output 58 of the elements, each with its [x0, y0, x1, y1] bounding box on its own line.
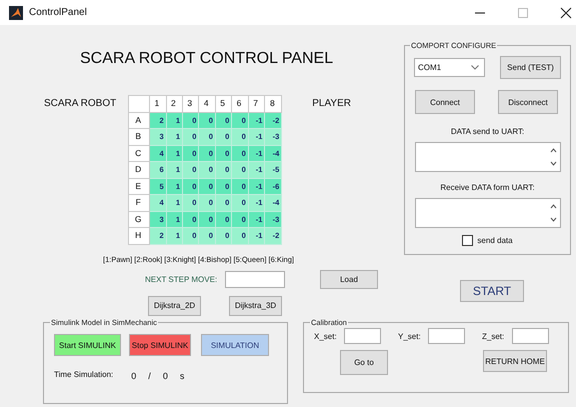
receive-data-field[interactable]	[415, 198, 561, 228]
column-header: 1	[150, 96, 166, 112]
column-header: 4	[198, 96, 216, 112]
next-step-label: NEXT STEP MOVE:	[145, 274, 218, 284]
column-header: 6	[232, 96, 248, 112]
connect-button[interactable]: Connect	[415, 90, 475, 114]
column-header: 8	[264, 96, 282, 112]
window-title: ControlPanel	[29, 7, 87, 18]
coordinate-field[interactable]	[428, 328, 465, 344]
column-header: 5	[215, 96, 232, 112]
row-header: A	[128, 112, 150, 128]
coordinate-field[interactable]	[344, 328, 381, 344]
column-header: 3	[182, 96, 199, 112]
send-data-checkbox[interactable]	[462, 235, 474, 246]
send-test-button[interactable]: Send (TEST)	[500, 56, 561, 79]
go-to-button[interactable]: Go to	[340, 350, 388, 375]
time-label: Time Simulation:	[54, 370, 114, 379]
start-button[interactable]: START	[460, 280, 524, 302]
receive-label: Receive DATA form UART:	[439, 183, 536, 192]
dijkstra-button[interactable]: Dijkstra_3D	[229, 296, 282, 316]
time-separator: /	[148, 371, 151, 381]
time-total: 0	[162, 371, 168, 381]
close-icon[interactable]	[560, 6, 572, 18]
simulink-button[interactable]: Stop SIMULINK	[129, 334, 191, 356]
simulink-button[interactable]: SIMULATION	[201, 334, 269, 356]
coordinate-label: Z_set:	[482, 332, 506, 340]
row-header: E	[128, 178, 150, 194]
maximize-icon[interactable]	[517, 6, 529, 18]
next-step-field[interactable]	[225, 270, 285, 288]
send-data-field[interactable]	[415, 142, 561, 172]
coordinate-field[interactable]	[512, 328, 549, 344]
coordinate-label: Y_set:	[398, 332, 422, 340]
simulink-button[interactable]: Start SIMULINK	[54, 334, 121, 356]
load-button[interactable]: Load	[320, 270, 378, 288]
row-header: F	[128, 194, 150, 211]
row-header: H	[128, 228, 150, 244]
chevron-icon	[471, 65, 479, 70]
disconnect-button[interactable]: Disconnect	[498, 90, 558, 114]
row-header: C	[128, 145, 150, 162]
board-label: SCARA ROBOT	[44, 98, 116, 109]
time-current: 0	[131, 371, 136, 381]
scroll-arrows-icon	[550, 147, 557, 167]
app-icon	[9, 6, 23, 20]
return-home-button[interactable]: RETURN HOME	[483, 350, 547, 372]
send-label: DATA send to UART:	[450, 127, 526, 136]
column-header: 7	[248, 96, 265, 112]
column-header: 2	[166, 96, 183, 112]
dijkstra-button[interactable]: Dijkstra_2D	[148, 296, 201, 316]
row-header: B	[128, 128, 150, 145]
time-unit: s	[180, 371, 184, 381]
port-dropdown[interactable]: COM1	[414, 58, 485, 77]
coordinate-label: X_set:	[314, 332, 338, 340]
row-header: D	[128, 162, 150, 178]
panel-heading: SCARA ROBOT CONTROL PANEL	[80, 49, 334, 69]
row-header: G	[128, 211, 150, 228]
send-data-label: send data	[477, 236, 513, 245]
scroll-arrows-icon	[550, 203, 557, 223]
player-label: PLAYER	[312, 98, 351, 109]
